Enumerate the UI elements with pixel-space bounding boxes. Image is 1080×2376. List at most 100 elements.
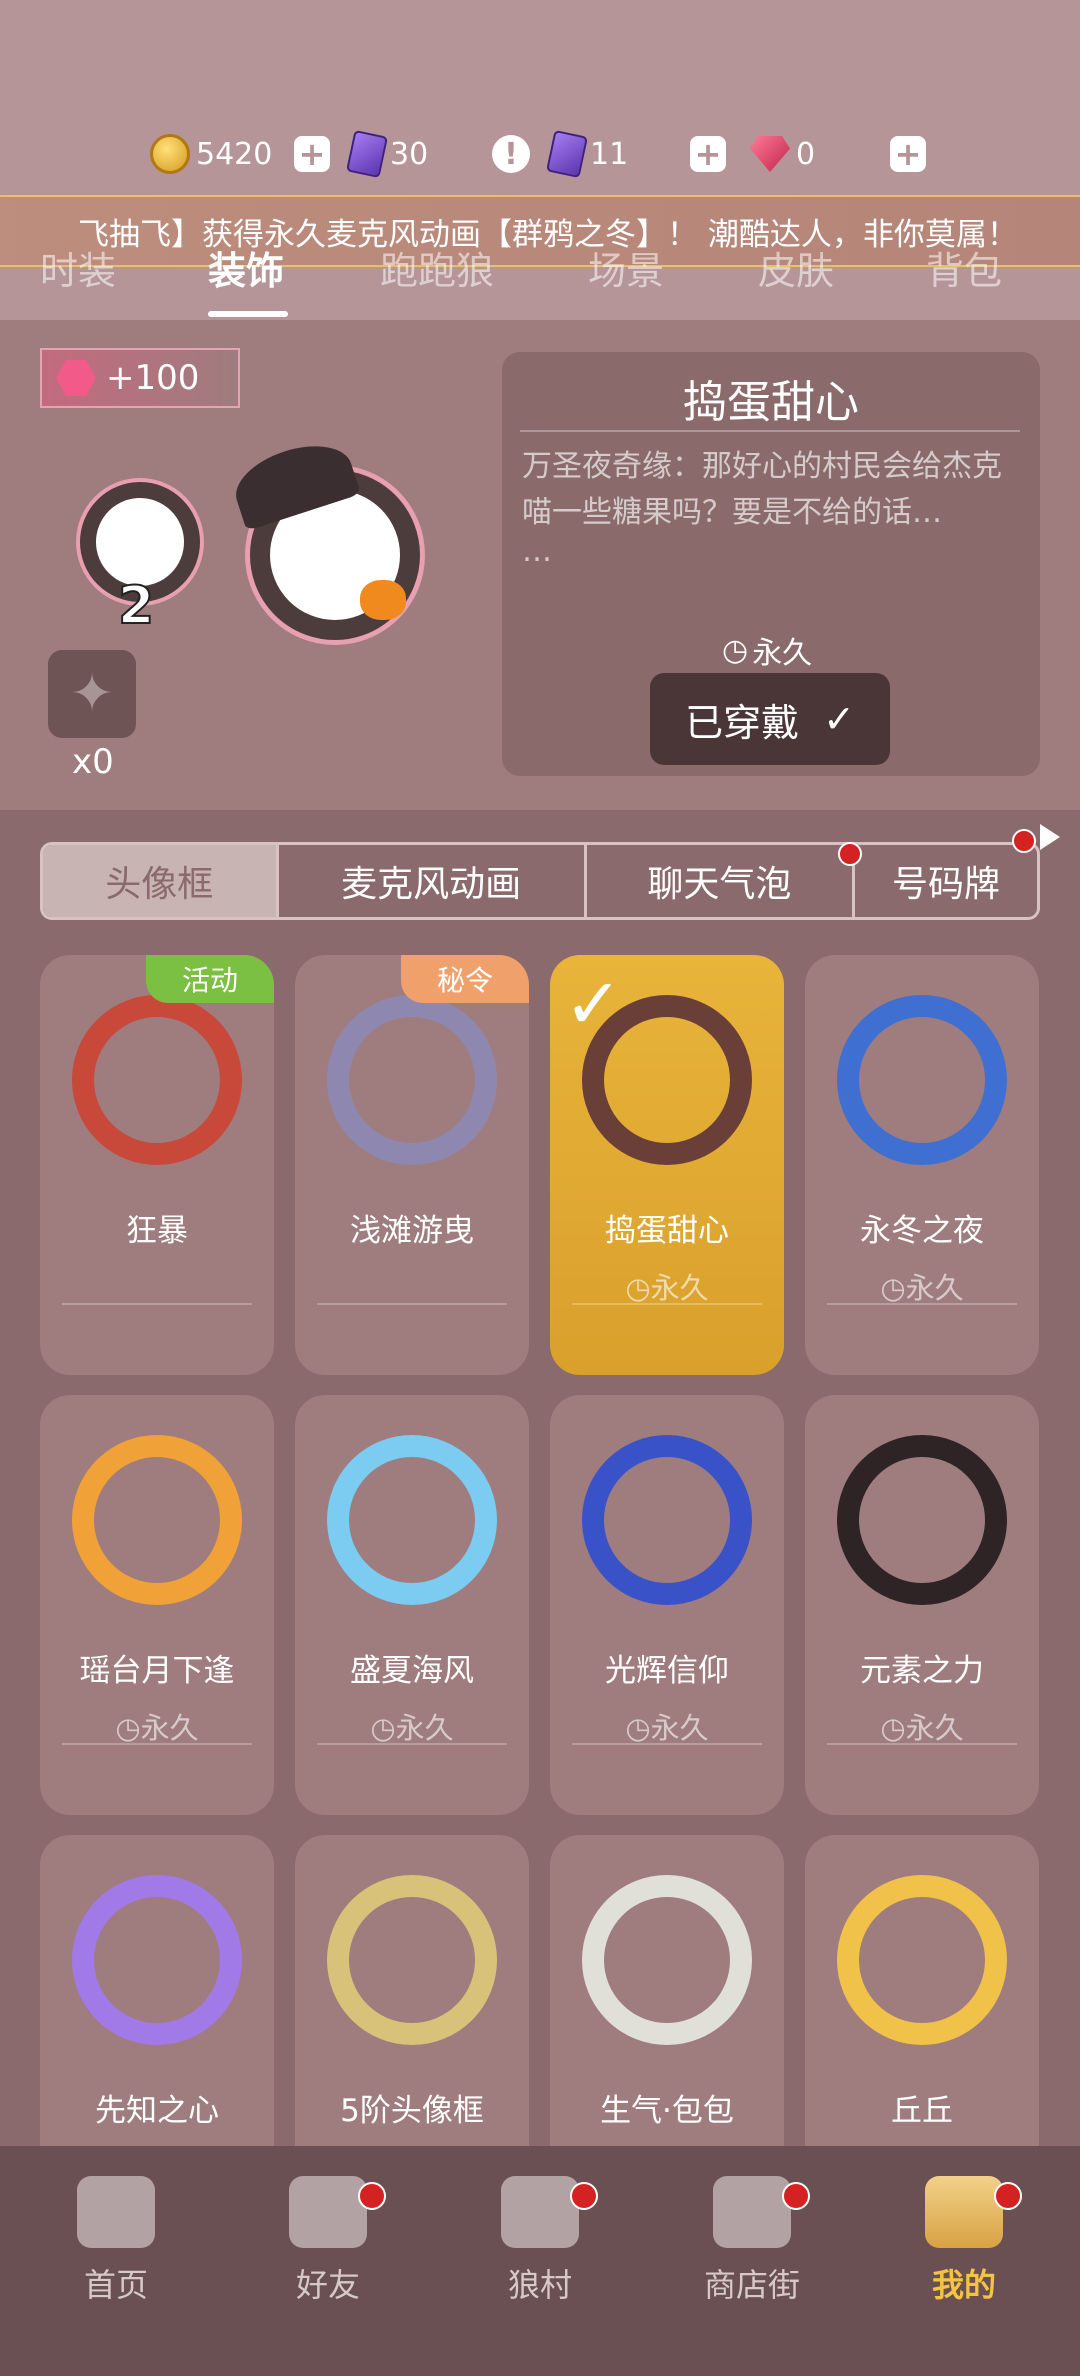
nav-shop-label: 商店街 [703,2266,800,2304]
card-divider [827,1303,1017,1305]
clock-icon: ◷ [625,1271,651,1305]
wear-button-label: 已穿戴 [685,700,800,745]
nav-village[interactable]: 狼村 [460,2176,620,2306]
item-duration-label: 永久 [650,1271,709,1305]
village-icon [501,2176,579,2248]
active-tab-indicator [208,311,288,317]
item-name: 永冬之夜 [860,1213,984,1249]
card-divider [827,1743,1017,1745]
clock-icon: ◷ [880,1711,906,1745]
title-divider [520,430,1020,432]
frame-ring-icon [72,995,242,1165]
info-icon[interactable]: ! [492,135,530,173]
frame-card-radiant-faith[interactable]: 光辉信仰 ◷永久 [550,1395,784,1815]
item-name: 捣蛋甜心 [605,1213,729,1249]
frame-card-rampage[interactable]: 活动 狂暴 [40,955,274,1375]
add-coins-button[interactable]: + [294,136,330,172]
frame-card-moon-terrace[interactable]: 瑶台月下逢 ◷永久 [40,1395,274,1815]
card-icon [546,129,588,179]
bottom-nav: 首页 好友 狼村 商店街 我的 [0,2146,1080,2376]
wear-button[interactable]: 已穿戴 ✓ [650,673,890,765]
tab-runner[interactable]: 跑跑狼 [380,240,494,295]
item-name: 先知之心 [95,2093,219,2129]
nav-mine-label: 我的 [931,2266,996,2304]
item-duration-label: 永久 [140,1711,199,1745]
home-icon [77,2176,155,2248]
tab-scene[interactable]: 场景 [588,240,664,295]
clock-icon: ◷ [370,1711,396,1745]
nav-mine[interactable]: 我的 [884,2176,1044,2306]
frame-card-shoal[interactable]: 秘令 浅滩游曳 [295,955,529,1375]
frame-card-sweetheart[interactable]: ✓ 捣蛋甜心 ◷永久 [550,955,784,1375]
card-balance: 11 [546,129,629,179]
frame-ring-icon [837,1435,1007,1605]
shop-icon [713,2176,791,2248]
gem-amount: 0 [796,136,816,172]
subcategory-tabs: 头像框 麦克风动画 聊天气泡 号码牌 [40,842,1040,920]
card-divider [62,1303,252,1305]
frame-ring-icon [837,1875,1007,2045]
friends-notification-dot [358,2182,386,2210]
ticket-balance: 30 [346,129,429,179]
subtab-chat-bubble[interactable]: 聊天气泡 [587,845,856,917]
subtab-number-plate[interactable]: 号码牌 [855,845,1037,917]
clock-icon: ◷ [625,1711,651,1745]
clock-icon: ◷ [115,1711,141,1745]
charm-bonus-value: +100 [106,358,200,398]
nav-shop-street[interactable]: 商店街 [672,2176,832,2306]
mine-notification-dot [994,2182,1022,2210]
clock-icon: ◷ [880,1271,906,1305]
item-duration-label: 永久 [905,1271,964,1305]
card-amount: 11 [590,136,629,172]
nav-friends-label: 好友 [295,2266,360,2304]
item-duration-label: 永久 [650,1711,709,1745]
mine-icon [925,2176,1003,2248]
nav-home-label: 首页 [83,2266,148,2304]
puzzle-count: x0 [72,742,114,782]
chat-bubble-notification-dot [838,842,862,866]
item-name: 元素之力 [860,1653,984,1689]
frame-card-elemental-force[interactable]: 元素之力 ◷永久 [805,1395,1039,1815]
scroll-notification-dot [1012,829,1036,853]
nav-friends[interactable]: 好友 [248,2176,408,2306]
charm-bonus: +100 [40,348,240,408]
frame-ring-icon [327,1875,497,2045]
nav-home[interactable]: 首页 [36,2176,196,2306]
tab-fashion[interactable]: 时装 [40,240,116,295]
scroll-right-icon[interactable] [1040,824,1060,850]
ticket-amount: 30 [390,136,429,172]
item-name: 瑶台月下逢 [79,1653,235,1689]
item-name: 光辉信仰 [605,1653,729,1689]
charm-icon [56,360,96,396]
frame-card-winter-night[interactable]: 永冬之夜 ◷永久 [805,955,1039,1375]
subtab-avatar-frame[interactable]: 头像框 [43,845,279,917]
tab-skin[interactable]: 皮肤 [758,240,834,295]
item-duration: ◷ 永久 [722,628,812,672]
item-name: 生气·包包 [600,2093,734,2129]
shop-notification-dot [782,2182,810,2210]
add-gems-button[interactable]: + [890,136,926,172]
item-name: 丘丘 [891,2093,953,2129]
village-notification-dot [570,2182,598,2210]
item-duration: ◷永久 [295,1705,529,1747]
tab-bag[interactable]: 背包 [926,240,1002,295]
card-divider [317,1303,507,1305]
item-duration: ◷永久 [550,1705,784,1747]
puzzle-icon[interactable]: ✦ [48,650,136,738]
gem-balance: 0 [750,130,815,178]
friends-icon [289,2176,367,2248]
subtab-mic-animation[interactable]: 麦克风动画 [279,845,587,917]
item-duration: ◷永久 [805,1705,1039,1747]
item-description: 万圣夜奇缘：那好心的村民会给杰克喵一些糖果吗？要是不给的话… [522,449,1002,530]
item-duration: ◷永久 [805,1265,1039,1307]
card-divider [572,1743,762,1745]
gem-icon [750,136,790,172]
frame-ring-icon [582,1435,752,1605]
coin-icon [150,134,190,174]
add-cards-button[interactable]: + [690,136,726,172]
item-tag-badge: 活动 [146,955,274,1003]
frame-ring-icon [327,995,497,1165]
frame-card-summer-breeze[interactable]: 盛夏海风 ◷永久 [295,1395,529,1815]
tab-decoration[interactable]: 装饰 [208,240,284,295]
item-duration: ◷永久 [550,1265,784,1307]
